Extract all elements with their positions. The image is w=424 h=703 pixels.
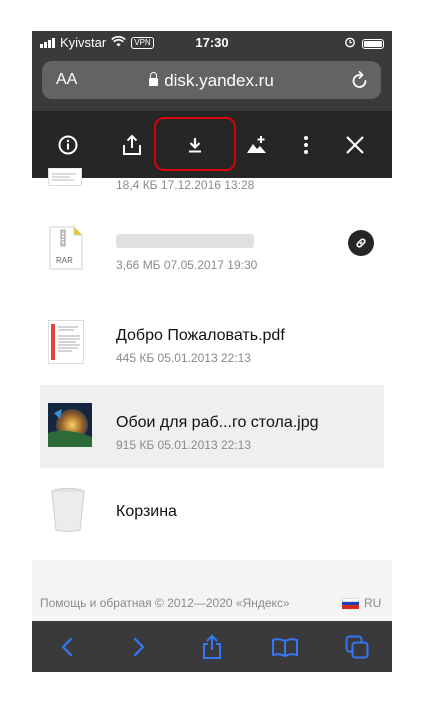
list-item[interactable]: Добро Пожаловать.pdf 445 КБ 05.01.2013 2…	[32, 298, 392, 382]
file-meta: 445 КБ 05.01.2013 22:13	[116, 351, 251, 365]
status-right	[344, 36, 384, 51]
file-list: 18,4 КБ 17.12.2016 13:28 RAR 3,66 МБ 07.…	[32, 167, 392, 560]
url-field[interactable]: AA disk.yandex.ru	[42, 61, 381, 99]
archive-file-icon: RAR	[49, 226, 83, 270]
more-icon	[304, 135, 308, 154]
tabs-icon	[345, 635, 369, 658]
file-name: Обои для раб...го стола.jpg	[116, 414, 319, 431]
russia-flag-icon[interactable]	[342, 598, 359, 609]
trash-icon	[51, 488, 85, 532]
list-item-selected[interactable]: Обои для раб...го стола.jpg 915 КБ 05.01…	[40, 385, 384, 468]
language-selector[interactable]: RU	[364, 596, 381, 610]
file-name: Добро Пожаловать.pdf	[116, 327, 285, 344]
phone-screen: Kyivstar VPN 17:30 AA disk.yandex.ru 18,…	[32, 31, 392, 672]
bookmarks-icon	[272, 637, 298, 657]
share-page-button[interactable]	[187, 621, 237, 672]
list-item[interactable]: Корзина	[32, 468, 392, 552]
list-item[interactable]: 18,4 КБ 17.12.2016 13:28	[32, 167, 392, 198]
public-link-button[interactable]	[348, 230, 374, 256]
close-button[interactable]	[335, 111, 375, 178]
download-highlight-frame	[154, 117, 236, 171]
url-text: disk.yandex.ru	[164, 71, 274, 90]
alarm-icon	[344, 36, 356, 51]
address-bar: AA disk.yandex.ru	[32, 55, 392, 111]
add-image-icon	[247, 135, 266, 153]
info-icon	[58, 135, 78, 154]
url-display[interactable]: disk.yandex.ru	[42, 71, 381, 91]
document-thumbnail	[48, 167, 82, 186]
back-button[interactable]	[42, 621, 92, 672]
trash-label: Корзина	[116, 503, 177, 520]
reload-icon[interactable]	[351, 70, 369, 95]
bookmarks-button[interactable]	[260, 621, 310, 672]
lock-icon	[149, 72, 159, 86]
more-button[interactable]	[286, 111, 326, 178]
share-icon	[203, 634, 221, 659]
list-item[interactable]: RAR 3,66 МБ 07.05.2017 19:30	[32, 214, 392, 298]
close-icon	[346, 135, 364, 154]
image-thumbnail	[48, 403, 92, 447]
status-time: 17:30	[195, 35, 229, 50]
file-meta: 18,4 КБ 17.12.2016 13:28	[116, 178, 255, 192]
file-meta: 3,66 МБ 07.05.2017 19:30	[116, 258, 258, 272]
page-footer: Помощь и обратная © 2012—2020 «Яндекс» R…	[32, 560, 392, 621]
blurred-file-name	[116, 234, 254, 248]
file-action-toolbar	[32, 111, 392, 178]
back-icon	[61, 637, 73, 656]
footer-text[interactable]: Помощь и обратная © 2012—2020 «Яндекс»	[40, 596, 290, 610]
file-ext-label: RAR	[56, 256, 73, 265]
battery-icon	[362, 38, 384, 49]
file-meta: 915 КБ 05.01.2013 22:13	[116, 438, 251, 452]
pdf-thumbnail	[48, 320, 84, 364]
save-to-gallery-button[interactable]	[237, 111, 277, 178]
share-button[interactable]	[112, 111, 152, 178]
share-icon	[123, 134, 141, 155]
tabs-button[interactable]	[332, 621, 382, 672]
forward-button[interactable]	[114, 621, 164, 672]
forward-icon	[133, 637, 145, 656]
browser-bottom-bar	[32, 621, 392, 672]
status-bar: Kyivstar VPN 17:30	[32, 31, 392, 55]
link-icon	[356, 238, 366, 248]
